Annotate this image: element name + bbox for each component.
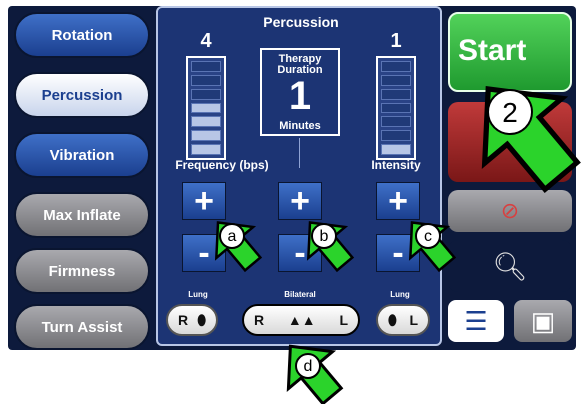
label-d: d <box>304 358 313 375</box>
label-two: 2 <box>502 97 518 128</box>
label-b: b <box>320 228 329 245</box>
annotation-overlay: a b c d 2 <box>198 0 584 404</box>
label-a: a <box>228 228 237 245</box>
label-c: c <box>424 228 432 245</box>
